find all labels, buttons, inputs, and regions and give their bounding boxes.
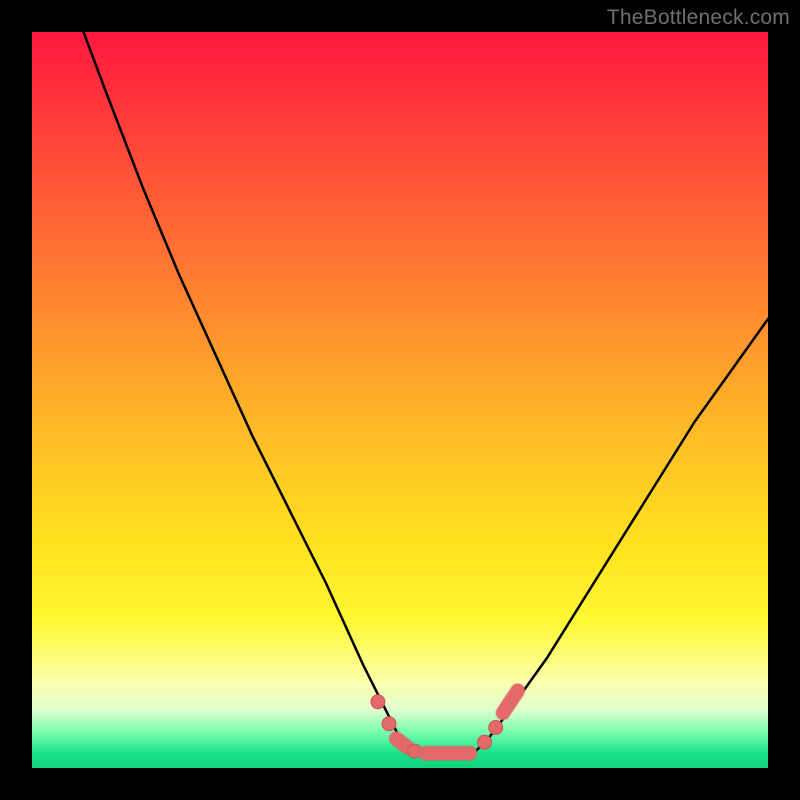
chart-frame: TheBottleneck.com: [0, 0, 800, 800]
curve-marker-dot: [489, 721, 503, 735]
curve-marker-dot: [371, 695, 385, 709]
bottleneck-curve-svg: [32, 32, 768, 768]
watermark-text: TheBottleneck.com: [607, 6, 790, 30]
curve-marker-pill: [503, 691, 518, 713]
curve-marker-dot: [382, 717, 396, 731]
bottleneck-curve: [84, 32, 769, 753]
curve-marker-dot: [478, 735, 492, 749]
plot-area: [32, 32, 768, 768]
curve-marker-pill: [396, 739, 407, 748]
